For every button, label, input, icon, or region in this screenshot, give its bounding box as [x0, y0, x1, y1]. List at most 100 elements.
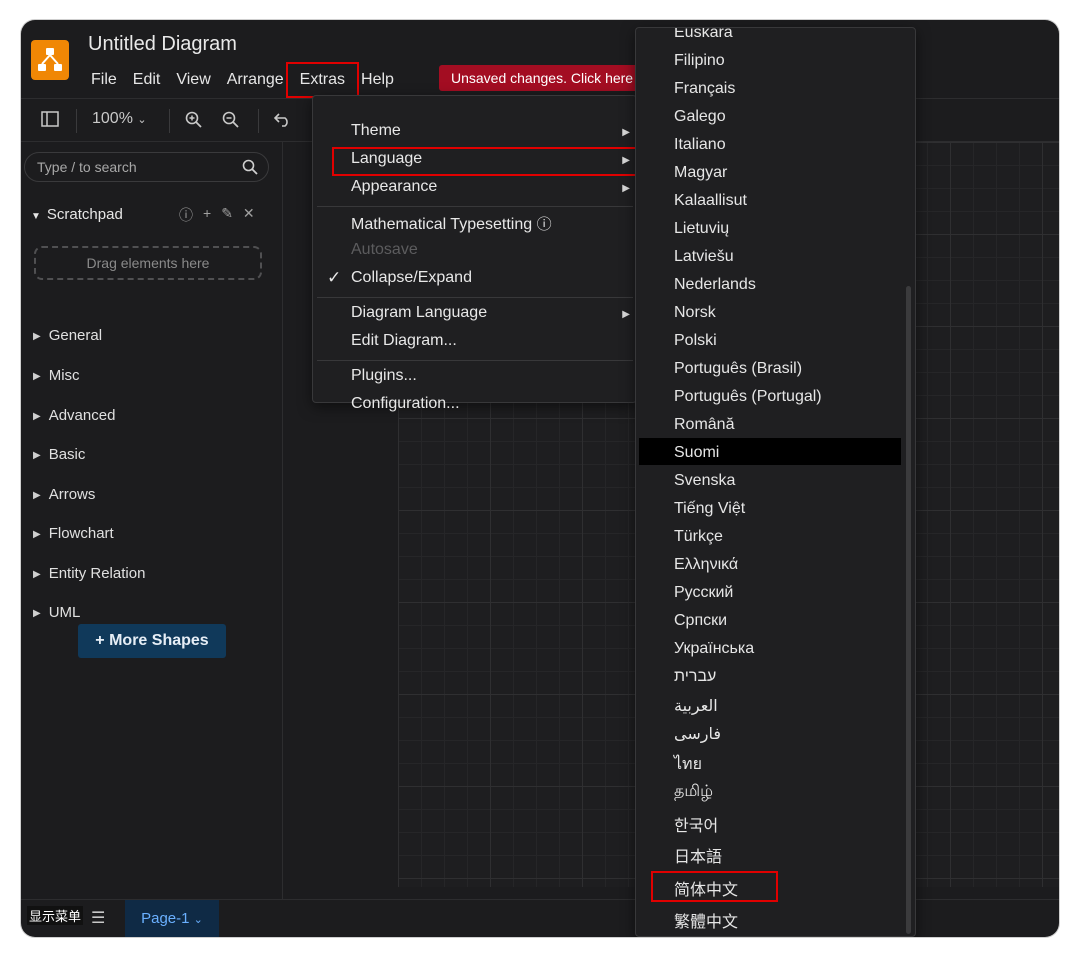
submenu-arrow-icon: ▶: [622, 309, 630, 320]
simplified-chinese-highlight-box: [651, 871, 778, 902]
tab-page-1[interactable]: Page-1 ⌄: [125, 900, 219, 937]
scratchpad-tools: ⓘ + ✎ ✕: [179, 205, 255, 225]
menu-arrange[interactable]: Arrange: [219, 68, 292, 92]
lang-item[interactable]: Tiếng Việt: [674, 500, 745, 518]
lang-item[interactable]: Svenska: [674, 472, 735, 490]
caret-right-icon: ▶: [33, 608, 41, 619]
app-window: Untitled Diagram File Edit View Arrange …: [21, 20, 1059, 937]
caret-right-icon: ▶: [33, 450, 41, 461]
lang-item[interactable]: 繁體中文: [674, 908, 738, 932]
lang-item[interactable]: 日本語: [674, 843, 722, 867]
lang-item[interactable]: Galego: [674, 108, 726, 126]
menu-item-plugins[interactable]: Plugins...: [351, 367, 417, 385]
show-menu-label[interactable]: 显示菜单: [27, 906, 84, 925]
category-label: Misc: [48, 367, 80, 384]
plus-icon: +: [95, 632, 110, 649]
lang-item[interactable]: Nederlands: [674, 276, 756, 294]
drawio-logo-icon: [38, 48, 62, 71]
menu-item-diagram-language[interactable]: Diagram Language: [351, 304, 487, 322]
category-entity-relation[interactable]: ▶ Entity Relation: [33, 565, 145, 582]
lang-item[interactable]: Filipino: [674, 52, 725, 70]
zoom-in-icon[interactable]: [185, 111, 203, 134]
lang-item[interactable]: العربية: [674, 696, 718, 716]
caret-right-icon: ▶: [33, 411, 41, 422]
category-general[interactable]: ▶ General: [33, 327, 102, 344]
menu-view[interactable]: View: [168, 68, 218, 92]
category-label: Arrows: [48, 486, 96, 503]
close-icon[interactable]: ✕: [243, 205, 255, 225]
caret-right-icon: ▶: [33, 490, 41, 501]
lang-item[interactable]: עברית: [674, 668, 716, 686]
category-misc[interactable]: ▶ Misc: [33, 367, 80, 384]
category-advanced[interactable]: ▶ Advanced: [33, 407, 115, 424]
lang-item[interactable]: Português (Brasil): [674, 360, 802, 378]
divider: [76, 109, 77, 133]
search-input[interactable]: [35, 158, 239, 176]
lang-item[interactable]: Português (Portugal): [674, 388, 822, 406]
menu-item-collapse-expand[interactable]: Collapse/Expand: [351, 269, 472, 287]
menu-item-edit-diagram[interactable]: Edit Diagram...: [351, 332, 457, 350]
menu-help[interactable]: Help: [353, 68, 402, 92]
category-arrows[interactable]: ▶ Arrows: [33, 486, 95, 503]
lang-item[interactable]: Српски: [674, 612, 727, 630]
lang-item[interactable]: 한국어: [674, 812, 718, 836]
lang-item[interactable]: ไทย: [674, 752, 702, 777]
page-tab-label: Page-1: [141, 910, 190, 927]
search-icon[interactable]: [242, 159, 258, 180]
zoom-out-icon[interactable]: [222, 111, 240, 134]
format-panel-toggle-icon[interactable]: [41, 111, 59, 132]
scratchpad-dropzone[interactable]: Drag elements here: [34, 246, 262, 280]
pages-menu-icon[interactable]: ☰: [91, 908, 105, 928]
menu-divider: [317, 360, 633, 361]
lang-item[interactable]: Türkçe: [674, 528, 723, 546]
more-shapes-button[interactable]: + More Shapes: [78, 624, 226, 658]
more-shapes-label: More Shapes: [109, 632, 209, 649]
menu-item-theme[interactable]: Theme: [351, 122, 401, 140]
lang-item[interactable]: Українська: [674, 640, 754, 658]
lang-item[interactable]: Latviešu: [674, 248, 734, 266]
menu-file[interactable]: File: [83, 68, 125, 92]
lang-item[interactable]: Euskara: [674, 28, 733, 42]
category-label: Entity Relation: [48, 565, 146, 582]
help-icon[interactable]: ⓘ: [179, 205, 193, 225]
category-label: UML: [48, 604, 81, 621]
undo-icon[interactable]: [273, 111, 292, 132]
lang-item[interactable]: Lietuvių: [674, 220, 729, 238]
document-title[interactable]: Untitled Diagram: [88, 33, 237, 56]
category-basic[interactable]: ▶ Basic: [33, 446, 85, 463]
menu-extras[interactable]: Extras: [285, 62, 360, 98]
edit-icon[interactable]: ✎: [221, 205, 233, 225]
lang-item[interactable]: Français: [674, 80, 735, 98]
lang-item[interactable]: فارسی: [674, 724, 721, 744]
menu-edit[interactable]: Edit: [125, 68, 169, 92]
language-submenu: Euskara Filipino Français Galego Italian…: [635, 27, 916, 937]
lang-item[interactable]: Ελληνικά: [674, 556, 738, 574]
caret-right-icon: ▶: [33, 331, 41, 342]
category-label: Flowchart: [48, 525, 114, 542]
lang-item[interactable]: Italiano: [674, 136, 726, 154]
lang-item[interactable]: Polski: [674, 332, 717, 350]
zoom-value: 100%: [92, 110, 133, 127]
drawio-logo: [31, 40, 69, 80]
submenu-scrollbar[interactable]: [906, 286, 911, 934]
divider: [258, 109, 259, 133]
category-flowchart[interactable]: ▶ Flowchart: [33, 525, 114, 542]
lang-item[interactable]: Română: [674, 416, 734, 434]
lang-item[interactable]: தமிழ்: [674, 782, 713, 802]
checkmark-icon: ✓: [327, 268, 342, 287]
lang-item[interactable]: Kalaallisut: [674, 192, 747, 210]
caret-down-icon: ▼: [31, 211, 41, 222]
add-icon[interactable]: +: [203, 205, 211, 225]
language-highlight-box: [332, 147, 648, 176]
lang-item[interactable]: Magyar: [674, 164, 727, 182]
scratchpad-header[interactable]: ▼ Scratchpad: [31, 206, 123, 223]
zoom-select[interactable]: 100% ⌄: [92, 110, 147, 128]
menu-item-math-typesetting[interactable]: Mathematical Typesetting ⓘ: [351, 213, 552, 234]
shape-search: [24, 152, 269, 182]
lang-item[interactable]: Русский: [674, 584, 733, 602]
lang-item[interactable]: Norsk: [674, 304, 716, 322]
category-uml[interactable]: ▶ UML: [33, 604, 80, 621]
menu-item-configuration[interactable]: Configuration...: [351, 395, 460, 413]
menu-item-appearance[interactable]: Appearance: [351, 178, 437, 196]
lang-item-hovered[interactable]: Suomi: [674, 444, 719, 462]
